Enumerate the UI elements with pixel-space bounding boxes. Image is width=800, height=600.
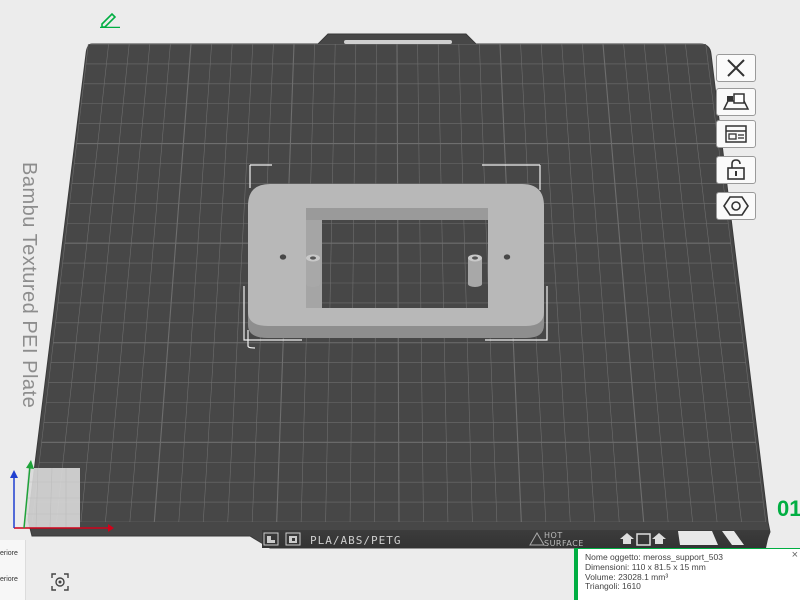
side-panel-label-bottom[interactable]: eriore <box>0 576 18 583</box>
plate-handle <box>344 40 452 44</box>
close-info-button[interactable]: × <box>792 550 798 561</box>
auto-arrange-button[interactable] <box>716 88 756 116</box>
plate-settings-button[interactable] <box>716 192 756 220</box>
camera-view-icon <box>50 573 70 596</box>
object-triangles: Triangoli: 1610 <box>585 581 641 592</box>
arrange-icon <box>722 91 750 113</box>
reset-view-button[interactable] <box>50 572 70 597</box>
layout-icon <box>723 124 749 144</box>
plate-filament-label: PLA/ABS/PETG <box>310 534 402 547</box>
plate-type-label: Bambu Textured PEI Plate <box>18 162 40 409</box>
plate-number[interactable]: 01 <box>777 496 800 522</box>
object-info-panel: Nome oggetto: meross_support_503 Dimensi… <box>574 548 800 600</box>
plate-layout-button[interactable] <box>716 120 756 148</box>
hot-surface-label: HOT SURFACE <box>544 532 584 548</box>
side-panel: eriore eriore <box>0 540 26 600</box>
lock-icon <box>723 159 749 181</box>
settings-hex-icon <box>722 195 750 217</box>
hot-surface-line2: SURFACE <box>544 539 584 548</box>
lock-plate-button[interactable] <box>716 156 756 184</box>
edit-plate-name-icon[interactable] <box>99 12 121 33</box>
build-plate-scene[interactable] <box>0 0 800 600</box>
close-icon <box>724 58 748 78</box>
remove-plate-button[interactable] <box>716 54 756 82</box>
side-panel-label-top[interactable]: eriore <box>0 550 18 557</box>
